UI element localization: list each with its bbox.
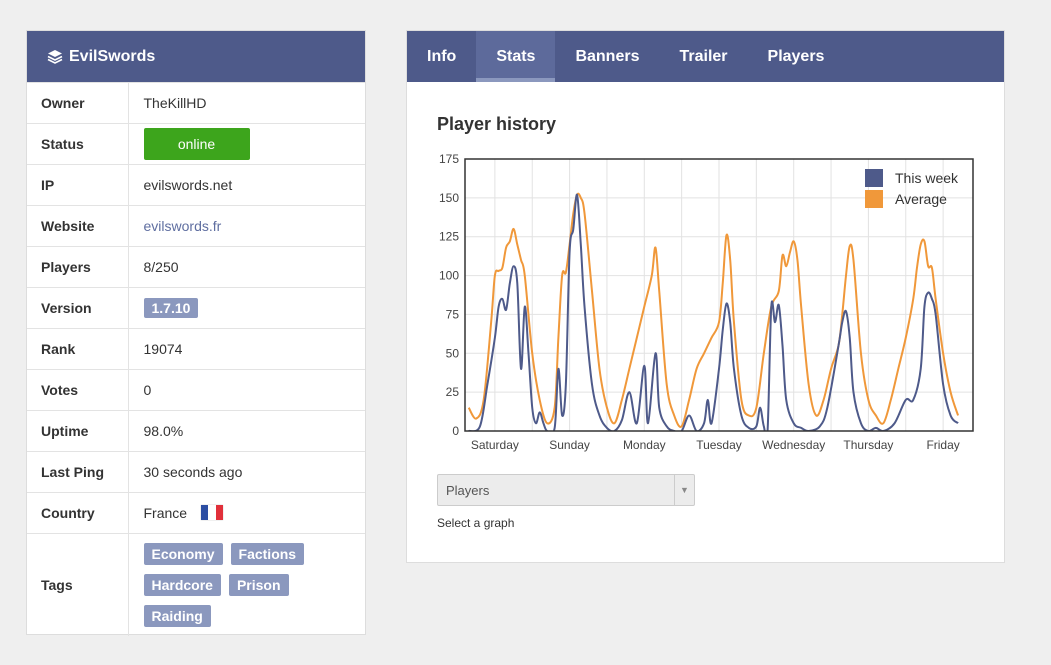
row-uptime: Uptime 98.0% [27,410,365,452]
flag-france-icon [200,505,223,521]
y-tick-label: 25 [446,385,460,399]
row-rank: Rank 19074 [27,328,365,370]
ip-label: IP [27,164,129,206]
series-line-this-week [468,193,959,431]
status-badge: online [143,128,250,160]
graph-select-hint: Select a graph [437,516,515,530]
y-tick-label: 175 [439,152,459,166]
server-name: EvilSwords [69,47,156,65]
tag-economy[interactable]: Economy [143,542,223,565]
chevron-down-icon: ▼ [674,475,694,505]
y-tick-label: 125 [439,230,459,244]
row-tags: Tags Economy Factions Hardcore Prison Ra… [27,533,365,636]
row-last-ping: Last Ping 30 seconds ago [27,451,365,493]
legend-label: Average [895,191,947,207]
x-tick-label: Tuesday [696,438,742,452]
votes-value: 0 [128,369,365,411]
legend-label: This week [895,170,959,186]
row-status: Status online [27,123,365,165]
country-value: France [143,504,188,521]
y-tick-label: 100 [439,269,459,283]
x-tick-label: Wednesday [762,438,825,452]
row-website: Website evilswords.fr [27,205,365,247]
tab-stats[interactable]: Stats [476,31,556,82]
last-ping-label: Last Ping [27,451,129,493]
legend-swatch [865,190,883,208]
y-tick-label: 0 [452,424,459,438]
tag-factions[interactable]: Factions [230,542,305,565]
row-players: Players 8/250 [27,246,365,288]
graph-select[interactable]: Players ▼ [437,474,695,506]
y-tick-label: 50 [446,346,460,360]
players-value: 8/250 [128,246,365,288]
owner-value: TheKillHD [128,82,365,124]
uptime-label: Uptime [27,410,129,452]
website-label: Website [27,205,129,247]
website-link[interactable]: evilswords.fr [144,218,222,234]
row-ip: IP evilswords.net [27,164,365,206]
votes-label: Votes [27,369,129,411]
row-votes: Votes 0 [27,369,365,411]
version-label: Version [27,287,129,329]
row-country: Country France [27,492,365,534]
x-tick-label: Sunday [549,438,590,452]
rank-label: Rank [27,328,129,370]
players-label: Players [27,246,129,288]
legend-swatch [865,169,883,187]
tag-raiding[interactable]: Raiding [143,604,211,627]
x-tick-label: Saturday [471,438,519,452]
player-history-chart: 0 25 50 75 100 125 150 175 Saturday Sunday Monday T… [439,152,974,452]
layers-icon [47,49,63,64]
ip-value[interactable]: evilswords.net [128,164,365,206]
chart-title: Player history [437,114,557,134]
row-version: Version 1.7.10 [27,287,365,329]
tab-info[interactable]: Info [407,31,476,82]
tab-banners[interactable]: Banners [555,31,659,82]
y-tick-label: 150 [439,191,459,205]
graph-select-value: Players [446,482,490,498]
status-label: Status [27,123,129,165]
owner-label: Owner [27,82,129,124]
y-tick-label: 75 [446,307,460,321]
tag-prison[interactable]: Prison [228,573,289,596]
server-info-table: Owner TheKillHD Status online IP evilswo… [27,82,365,636]
last-ping-value: 30 seconds ago [128,451,365,493]
x-tick-label: Thursday [843,438,893,452]
server-info-panel: EvilSwords Owner TheKillHD Status online… [26,30,366,636]
tags-label: Tags [27,533,129,636]
tab-players[interactable]: Players [748,31,845,82]
stats-panel: Info Stats Banners Trailer Players Playe… [406,30,1005,563]
x-tick-label: Monday [623,438,666,452]
x-tick-label: Friday [926,438,959,452]
country-label: Country [27,492,129,534]
tab-trailer[interactable]: Trailer [659,31,747,82]
tag-list: Economy Factions Hardcore Prison Raiding [143,542,334,627]
rank-value: 19074 [128,328,365,370]
row-owner: Owner TheKillHD [27,82,365,124]
tag-hardcore[interactable]: Hardcore [143,573,221,596]
version-badge: 1.7.10 [143,298,199,318]
uptime-value: 98.0% [128,410,365,452]
server-header: EvilSwords [27,31,365,82]
tab-bar: Info Stats Banners Trailer Players [407,31,1004,82]
